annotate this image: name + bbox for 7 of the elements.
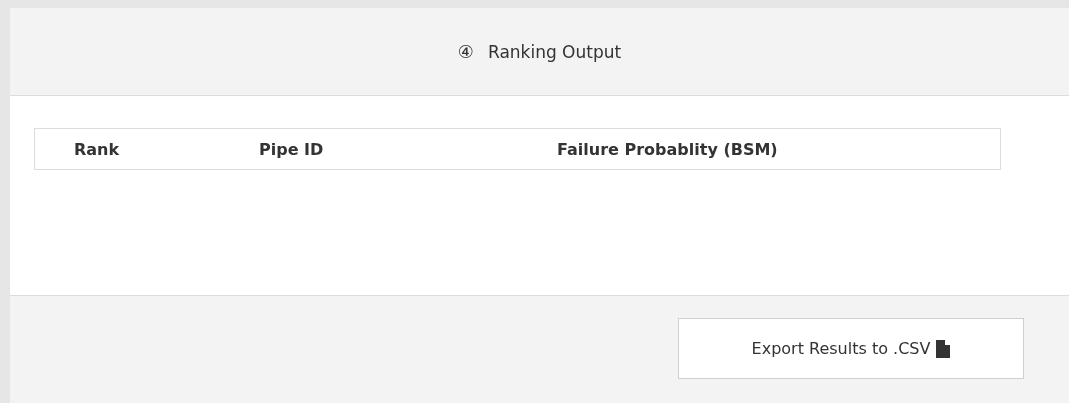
column-header: Rank [74,139,120,159]
step-number: ④ [457,41,474,62]
column-header: Pipe ID [259,139,324,159]
column-header: Failure Probablity (BSM) [557,139,778,159]
export-button[interactable]: Export Results to .CSV [678,318,1024,379]
panel-title: Ranking Output [487,41,622,62]
file-icon [936,339,951,358]
